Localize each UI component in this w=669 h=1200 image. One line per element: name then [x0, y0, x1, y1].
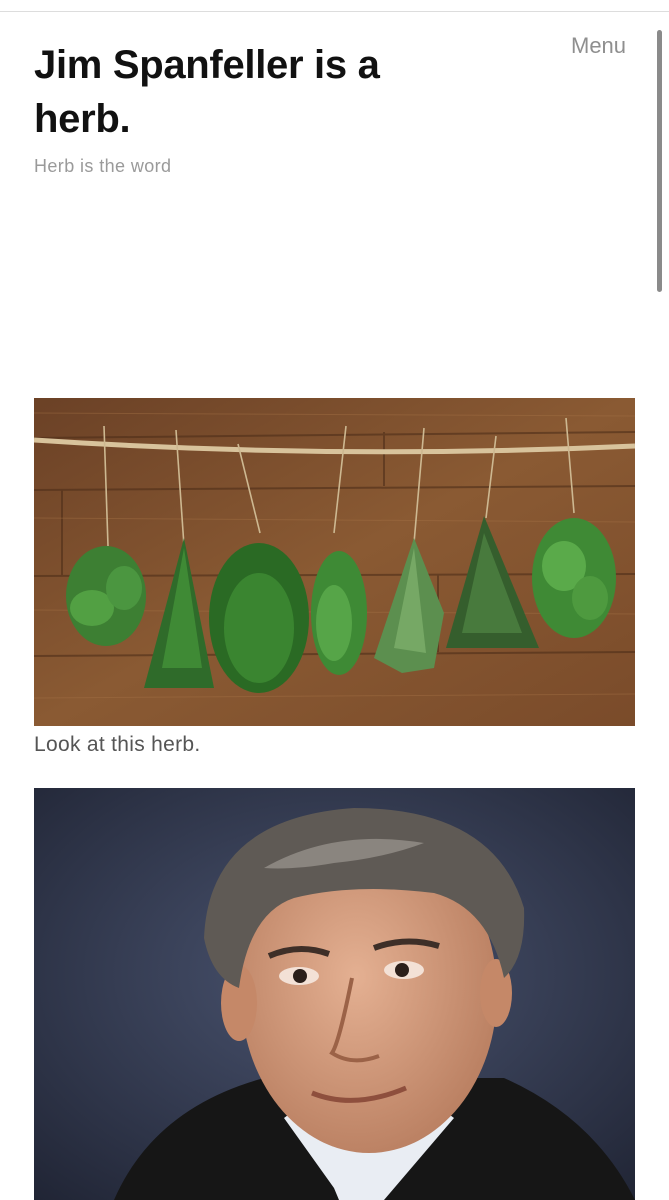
herb-bundle-4 — [311, 551, 367, 675]
herb-bundle-1 — [66, 546, 146, 646]
top-divider — [0, 11, 669, 12]
menu-button[interactable]: Menu — [571, 33, 626, 59]
herb-bundle-7 — [532, 518, 616, 638]
herbs-image — [34, 398, 635, 726]
site-tagline: Herb is the word — [34, 156, 172, 176]
portrait-image — [34, 788, 635, 1200]
site-title[interactable]: Jim Spanfeller is a herb. — [34, 38, 474, 146]
image-caption: Look at this herb. — [34, 733, 201, 756]
herb-bundle-3 — [209, 543, 309, 693]
scrollbar[interactable] — [657, 30, 662, 292]
